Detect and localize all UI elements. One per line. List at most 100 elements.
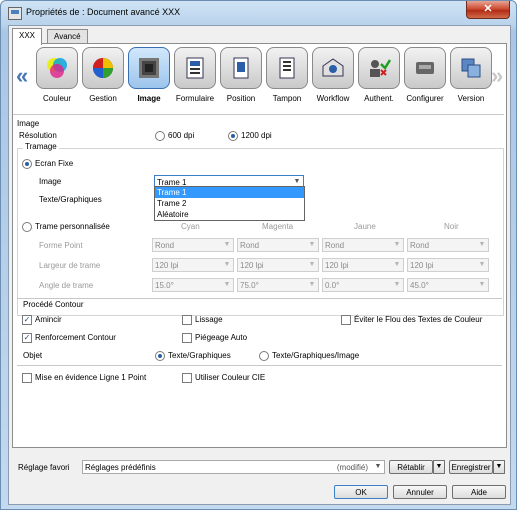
eviter-flou-label: Éviter le Flou des Textes de Couleur <box>354 315 483 324</box>
forme-point-cyan[interactable]: Rond ▼ <box>152 238 234 252</box>
feature-icon-bar: « Couleur Gestion Image Formulaire Posit… <box>14 45 505 111</box>
section-divider <box>17 298 502 299</box>
tab-avance[interactable]: Avancé <box>47 29 88 44</box>
objet-texte-radio[interactable] <box>155 351 165 361</box>
dropdown-option-aleatoire[interactable]: Aléatoire <box>155 209 304 220</box>
res-600-radio[interactable] <box>155 131 165 141</box>
objet-texte-label: Texte/Graphiques <box>168 351 231 360</box>
col-header-cyan: Cyan <box>181 222 200 231</box>
combo-value: Rond <box>410 241 430 250</box>
annuler-button[interactable]: Annuler <box>393 485 447 499</box>
iconbar-item-gestion[interactable]: Gestion <box>80 47 126 103</box>
lissage-checkbox[interactable] <box>182 315 192 325</box>
piegeage-checkbox[interactable] <box>182 333 192 343</box>
largeur-trame-label: Largeur de trame <box>39 261 101 270</box>
iconbar-item-tampon[interactable]: Tampon <box>264 47 310 103</box>
res-1200-radio[interactable] <box>228 131 238 141</box>
image-section-label: Image <box>17 119 40 128</box>
iconbar-item-position[interactable]: Position <box>218 47 264 103</box>
largeur-trame-cyan[interactable]: 120 lpi ▼ <box>152 258 234 272</box>
eviter-flou-checkbox[interactable] <box>341 315 351 325</box>
favorite-select[interactable]: Réglages prédéfinis (modifié) ▼ <box>82 460 385 474</box>
trame-perso-label: Trame personnalisée <box>35 222 110 231</box>
dropdown-option-trame2[interactable]: Trame 2 <box>155 198 304 209</box>
iconbar-item-workflow[interactable]: Workflow <box>310 47 356 103</box>
angle-trame-label: Angle de trame <box>39 281 94 290</box>
combo-value: 120 lpi <box>240 261 264 270</box>
combo-value: Rond <box>240 241 260 250</box>
forme-point-jaune[interactable]: Rond ▼ <box>322 238 404 252</box>
enregistrer-button[interactable]: Enregistrer <box>449 460 493 474</box>
dropdown-option-trame1[interactable]: Trame 1 <box>155 187 304 198</box>
iconbar-item-image[interactable]: Image <box>126 47 172 103</box>
col-header-magenta: Magenta <box>262 222 294 231</box>
chevron-down-icon: ▼ <box>478 241 486 248</box>
tramage-label: Tramage <box>23 142 59 151</box>
col-header-jaune: Jaune <box>354 222 376 231</box>
close-button[interactable]: ✕ <box>466 1 510 19</box>
chevron-down-icon: ▼ <box>223 261 231 268</box>
combo-value: 120 lpi <box>325 261 349 270</box>
couleur-cie-checkbox[interactable] <box>182 373 192 383</box>
ecran-fixe-radio[interactable] <box>22 159 32 169</box>
texte-graphiques-label: Texte/Graphiques <box>39 195 102 204</box>
angle-trame-cyan[interactable]: 15.0° ▼ <box>152 278 234 292</box>
tab-panel: « Couleur Gestion Image Formulaire Posit… <box>12 43 507 448</box>
objet-texte-image-label: Texte/Graphiques/Image <box>272 351 360 360</box>
chevron-down-icon: ▼ <box>393 261 401 268</box>
resolution-label: Résolution <box>19 131 57 140</box>
amincir-checkbox[interactable]: ✓ <box>22 315 32 325</box>
dialog-client: XXX Avancé « Couleur Gestion Image Formu… <box>8 25 511 505</box>
iconbar-label: Tampon <box>272 94 302 103</box>
chevron-down-icon: ▼ <box>393 241 401 248</box>
authentication-icon <box>370 59 391 77</box>
res-600-label: 600 dpi <box>168 131 195 140</box>
iconbar-label: Version <box>457 94 485 103</box>
title-bar[interactable]: Propriétés de : Document avancé XXX ✕ <box>1 1 516 25</box>
renforcement-checkbox[interactable]: ✓ <box>22 333 32 343</box>
retablir-button[interactable]: Rétablir <box>389 460 433 474</box>
forme-point-magenta[interactable]: Rond ▼ <box>237 238 319 252</box>
lissage-label: Lissage <box>195 315 223 324</box>
form-icon <box>186 57 204 79</box>
combo-value: Rond <box>155 241 175 250</box>
angle-trame-jaune[interactable]: 0.0° ▼ <box>322 278 404 292</box>
workflow-icon <box>322 58 344 77</box>
ecran-fixe-label: Ecran Fixe <box>35 159 74 168</box>
combo-value: 15.0° <box>155 281 174 290</box>
angle-trame-noir[interactable]: 45.0° ▼ <box>407 278 489 292</box>
iconbar-item-authent[interactable]: Authent. <box>356 47 402 103</box>
retablir-menu-icon[interactable]: ▼ <box>433 460 445 474</box>
tab-xxx[interactable]: XXX <box>12 28 43 45</box>
iconbar-item-couleur[interactable]: Couleur <box>34 47 80 103</box>
mise-en-evidence-checkbox[interactable] <box>22 373 32 383</box>
aide-button[interactable]: Aide <box>452 485 506 499</box>
iconbar-label: Configurer <box>406 94 444 103</box>
chevron-down-icon: ▼ <box>223 241 231 248</box>
combo-value: 120 lpi <box>155 261 179 270</box>
chevron-down-icon: ▼ <box>478 281 486 288</box>
scroll-right-icon[interactable]: » <box>491 63 503 89</box>
chevron-down-icon: ▼ <box>308 261 316 268</box>
forme-point-noir[interactable]: Rond ▼ <box>407 238 489 252</box>
couleur-cie-label: Utiliser Couleur CIE <box>195 373 266 382</box>
trame-perso-radio[interactable] <box>22 222 32 232</box>
largeur-trame-noir[interactable]: 120 lpi ▼ <box>407 258 489 272</box>
iconbar-item-configurer[interactable]: Configurer <box>402 47 448 103</box>
combo-value: 120 lpi <box>410 261 434 270</box>
scroll-left-icon[interactable]: « <box>16 63 28 89</box>
iconbar-item-version[interactable]: Version <box>448 47 494 103</box>
largeur-trame-magenta[interactable]: 120 lpi ▼ <box>237 258 319 272</box>
chevron-down-icon: ▼ <box>308 241 316 248</box>
enregistrer-menu-icon[interactable]: ▼ <box>493 460 505 474</box>
angle-trame-magenta[interactable]: 75.0° ▼ <box>237 278 319 292</box>
objet-label: Objet <box>23 351 43 360</box>
forme-point-label: Forme Point <box>39 241 83 250</box>
largeur-trame-jaune[interactable]: 120 lpi ▼ <box>322 258 404 272</box>
iconbar-item-formulaire[interactable]: Formulaire <box>172 47 218 103</box>
modified-indicator: (modifié) <box>336 463 368 472</box>
ok-button[interactable]: OK <box>334 485 388 499</box>
window-title: Propriétés de : Document avancé XXX <box>26 7 181 17</box>
objet-texte-image-radio[interactable] <box>259 351 269 361</box>
stamp-icon <box>279 57 295 79</box>
